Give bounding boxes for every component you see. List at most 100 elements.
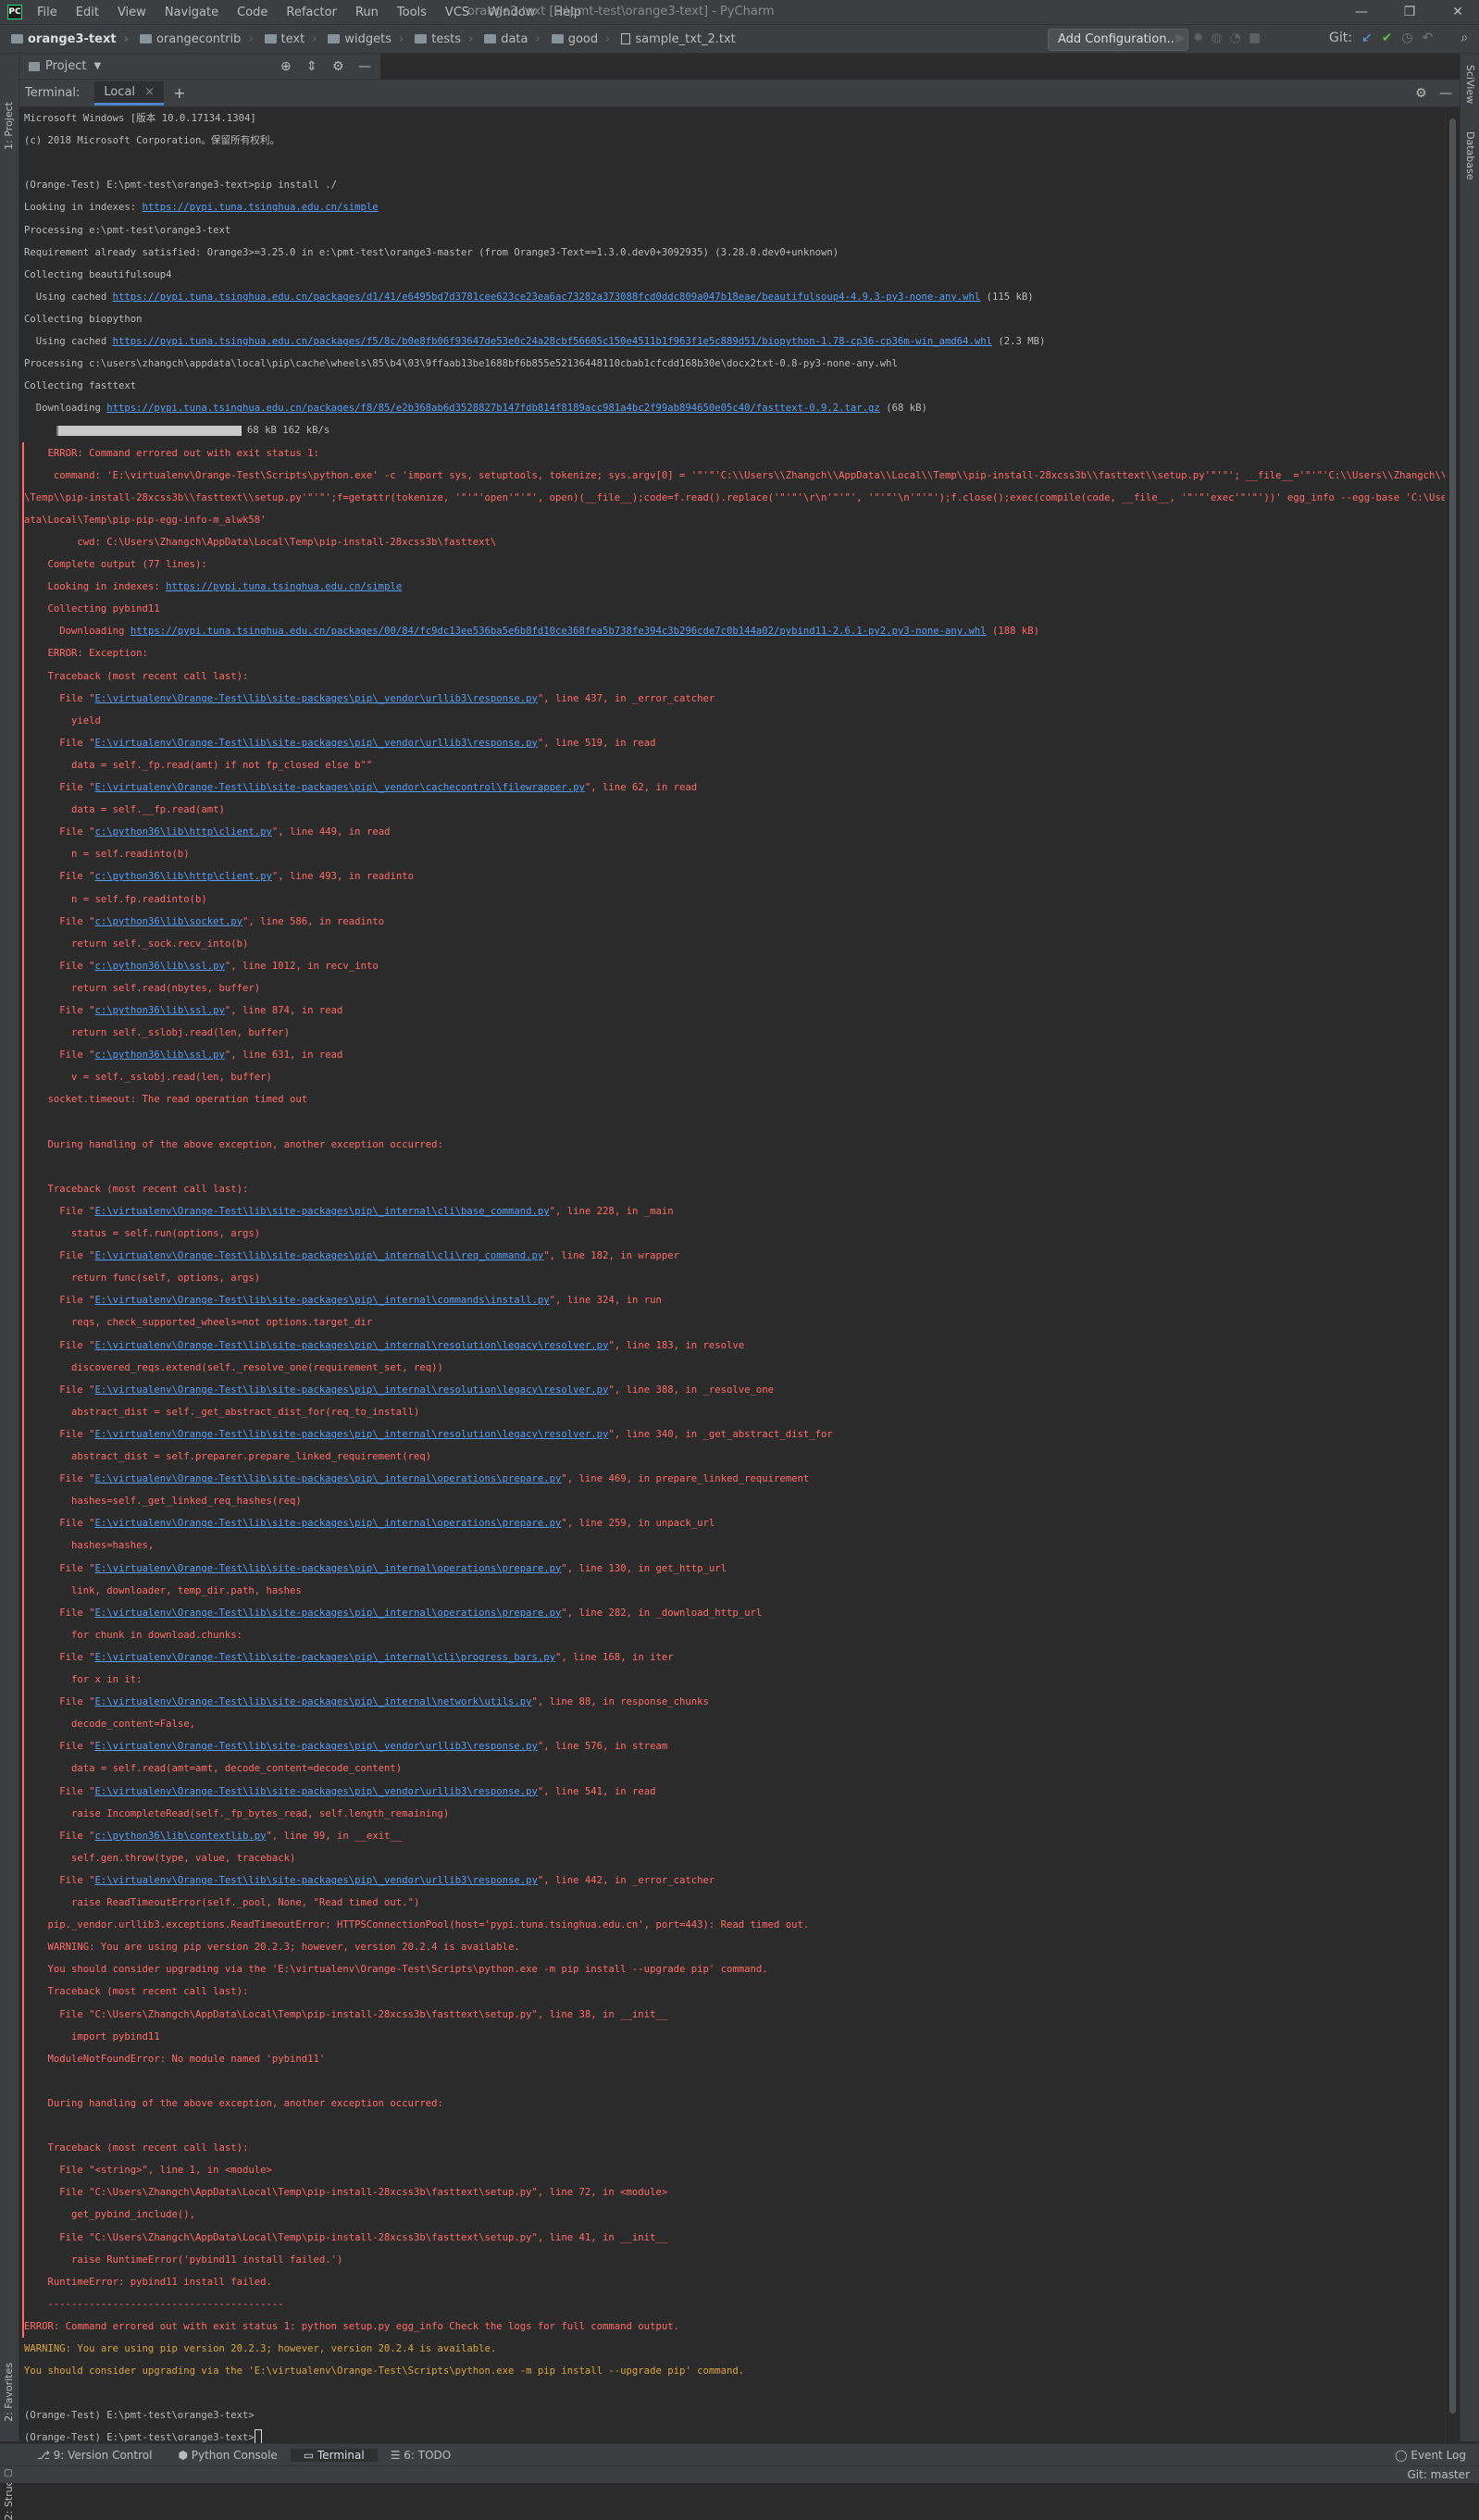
gear-icon[interactable]: ⚙: [332, 59, 344, 74]
tab-version-control[interactable]: ⎇ 9: Version Control: [24, 2449, 165, 2462]
tab-python-console[interactable]: ⬢ Python Console: [165, 2449, 290, 2462]
terminal-link[interactable]: E:\virtualenv\Orange-Test\lib\site-packa…: [95, 782, 585, 793]
menu-navigate[interactable]: Navigate: [155, 6, 228, 19]
status-toggle-icon[interactable]: ▢: [4, 2468, 12, 2478]
project-tool-button[interactable]: 1: Project: [3, 102, 15, 150]
tab-local[interactable]: Local ×: [94, 81, 165, 106]
tab-todo[interactable]: ☰ 6: TODO: [378, 2449, 465, 2462]
terminal-link[interactable]: https://pypi.tuna.tsinghua.edu.cn/packag…: [130, 626, 987, 637]
terminal-link[interactable]: E:\virtualenv\Orange-Test\lib\site-packa…: [95, 1563, 562, 1574]
terminal-link[interactable]: https://pypi.tuna.tsinghua.edu.cn/simple: [143, 202, 379, 213]
hide-panel-icon[interactable]: —: [1439, 86, 1452, 101]
hide-panel-icon[interactable]: —: [358, 59, 371, 74]
locate-icon[interactable]: ⊕: [280, 59, 292, 74]
terminal-link[interactable]: E:\virtualenv\Orange-Test\lib\site-packa…: [95, 1696, 532, 1707]
gear-icon[interactable]: ⚙: [1415, 86, 1427, 101]
git-history-icon[interactable]: ◷: [1401, 31, 1412, 45]
add-tab-icon[interactable]: +: [173, 84, 185, 102]
terminal-link[interactable]: https://pypi.tuna.tsinghua.edu.cn/packag…: [113, 292, 981, 303]
git-commit-icon[interactable]: ✔: [1382, 31, 1393, 45]
menu-refactor[interactable]: Refactor: [277, 6, 346, 19]
project-label[interactable]: Project: [45, 59, 86, 73]
terminal-link[interactable]: E:\virtualenv\Orange-Test\lib\site-packa…: [95, 1473, 562, 1484]
terminal-line-text: File ": [24, 1384, 95, 1396]
terminal-link[interactable]: E:\virtualenv\Orange-Test\lib\site-packa…: [95, 1608, 562, 1619]
menu-file[interactable]: File: [28, 6, 67, 19]
terminal-link[interactable]: E:\virtualenv\Orange-Test\lib\site-packa…: [95, 1518, 562, 1529]
terminal-link[interactable]: c:\python36\lib\ssl.py: [95, 961, 225, 972]
terminal-line-text: Complete output (77 lines):: [24, 559, 207, 570]
terminal-link[interactable]: c:\python36\lib\http\client.py: [95, 871, 272, 882]
terminal-link[interactable]: https://pypi.tuna.tsinghua.edu.cn/packag…: [106, 403, 880, 414]
git-update-icon[interactable]: ↙: [1361, 31, 1373, 45]
terminal-link[interactable]: E:\virtualenv\Orange-Test\lib\site-packa…: [95, 1206, 550, 1217]
breadcrumb-item[interactable]: orange3-text ›: [6, 32, 134, 46]
terminal-link[interactable]: c:\python36\lib\http\client.py: [95, 826, 272, 838]
terminal-output[interactable]: Microsoft Windows [版本 10.0.17134.1304] (c…: [19, 107, 1445, 2443]
scrollbar-thumb[interactable]: [1449, 118, 1456, 2414]
run-icon[interactable]: ▶: [1175, 31, 1186, 45]
collapse-icon[interactable]: ⇕: [306, 59, 317, 74]
terminal-scrollbar[interactable]: [1445, 107, 1460, 2443]
event-log-button[interactable]: ◯ Event Log: [1382, 2449, 1479, 2462]
breadcrumb-item[interactable]: orangecontrib ›: [134, 32, 259, 46]
download-progress-bar: [56, 425, 242, 436]
menu-code[interactable]: Code: [228, 6, 277, 19]
database-tool-button[interactable]: Database: [1464, 131, 1476, 180]
terminal-link[interactable]: E:\virtualenv\Orange-Test\lib\site-packa…: [95, 1652, 555, 1663]
profile-icon[interactable]: ◔: [1230, 31, 1241, 45]
terminal-line: File "E:\virtualenv\Orange-Test\lib\site…: [24, 1468, 809, 1490]
terminal-line-text: \Temp\\pip-install-28xcss3b\\fasttext\\s…: [24, 491, 1445, 503]
terminal-line-text: File ": [24, 1250, 95, 1262]
terminal-link[interactable]: E:\virtualenv\Orange-Test\lib\site-packa…: [95, 738, 538, 749]
terminal-link[interactable]: E:\virtualenv\Orange-Test\lib\site-packa…: [95, 1875, 538, 1886]
terminal-link[interactable]: c:\python36\lib\socket.py: [95, 916, 242, 927]
breadcrumb-item[interactable]: data ›: [478, 32, 546, 46]
minimize-button[interactable]: —: [1340, 2, 1383, 22]
breadcrumb-item[interactable]: widgets ›: [322, 32, 409, 46]
terminal-line: command: 'E:\virtualenv\Orange-Test\Scri…: [24, 465, 1445, 487]
terminal-link[interactable]: E:\virtualenv\Orange-Test\lib\site-packa…: [95, 1340, 609, 1351]
search-everywhere-icon[interactable]: ⌕: [1460, 31, 1468, 45]
sciview-tool-button[interactable]: SciView: [1464, 65, 1476, 104]
terminal-link[interactable]: E:\virtualenv\Orange-Test\lib\site-packa…: [95, 693, 538, 704]
breadcrumb-item[interactable]: text ›: [259, 32, 323, 46]
chevron-down-icon[interactable]: ▼: [93, 61, 101, 71]
close-icon[interactable]: ×: [144, 85, 155, 99]
stop-icon[interactable]: ■: [1249, 31, 1261, 45]
terminal-link[interactable]: c:\python36\lib\ssl.py: [95, 1005, 225, 1016]
terminal-link[interactable]: E:\virtualenv\Orange-Test\lib\site-packa…: [95, 1384, 609, 1396]
git-rollback-icon[interactable]: ↶: [1423, 31, 1434, 45]
menu-view[interactable]: View: [108, 6, 155, 19]
terminal-link[interactable]: c:\python36\lib\contextlib.py: [95, 1831, 267, 1842]
terminal-line: return self.read(nbytes, buffer): [24, 977, 260, 999]
terminal-link[interactable]: E:\virtualenv\Orange-Test\lib\site-packa…: [95, 1786, 538, 1797]
coverage-icon[interactable]: ◍: [1212, 31, 1223, 45]
terminal-link[interactable]: https://pypi.tuna.tsinghua.edu.cn/simple: [166, 581, 402, 592]
debug-icon[interactable]: ✹: [1193, 31, 1204, 45]
terminal-line-text: Looking in indexes:: [24, 581, 167, 593]
terminal-link[interactable]: https://pypi.tuna.tsinghua.edu.cn/packag…: [113, 336, 992, 347]
menu-run[interactable]: Run: [346, 6, 388, 19]
breadcrumb-item[interactable]: good ›: [546, 32, 616, 46]
terminal-link[interactable]: c:\python36\lib\ssl.py: [95, 1049, 225, 1061]
breadcrumb-item[interactable]: sample_txt_2.txt: [615, 32, 740, 46]
terminal-cursor[interactable]: [254, 2429, 262, 2443]
terminal-link[interactable]: E:\virtualenv\Orange-Test\lib\site-packa…: [95, 1741, 538, 1752]
git-branch-status[interactable]: Git: master: [1407, 2468, 1470, 2481]
maximize-button[interactable]: ❐: [1388, 2, 1431, 22]
close-window-button[interactable]: ✕: [1436, 2, 1479, 22]
favorites-tool-button[interactable]: 2: Favorites: [3, 2363, 15, 2422]
terminal-line-text: During handling of the above exception, …: [24, 1138, 443, 1150]
tab-terminal[interactable]: ▭ Terminal: [290, 2448, 378, 2462]
breadcrumb-label: orange3-text: [28, 31, 117, 46]
terminal-line: abstract_dist = self._get_abstract_dist_…: [24, 1401, 419, 1423]
menu-tools[interactable]: Tools: [388, 6, 436, 19]
add-configuration-button[interactable]: Add Configuration...: [1048, 29, 1188, 51]
terminal-line-text: Processing c:\users\zhangch\appdata\loca…: [24, 358, 898, 370]
terminal-link[interactable]: E:\virtualenv\Orange-Test\lib\site-packa…: [95, 1429, 609, 1440]
terminal-link[interactable]: E:\virtualenv\Orange-Test\lib\site-packa…: [95, 1250, 544, 1261]
terminal-link[interactable]: E:\virtualenv\Orange-Test\lib\site-packa…: [95, 1295, 550, 1306]
breadcrumb-item[interactable]: tests ›: [409, 32, 478, 46]
menu-edit[interactable]: Edit: [67, 6, 108, 19]
